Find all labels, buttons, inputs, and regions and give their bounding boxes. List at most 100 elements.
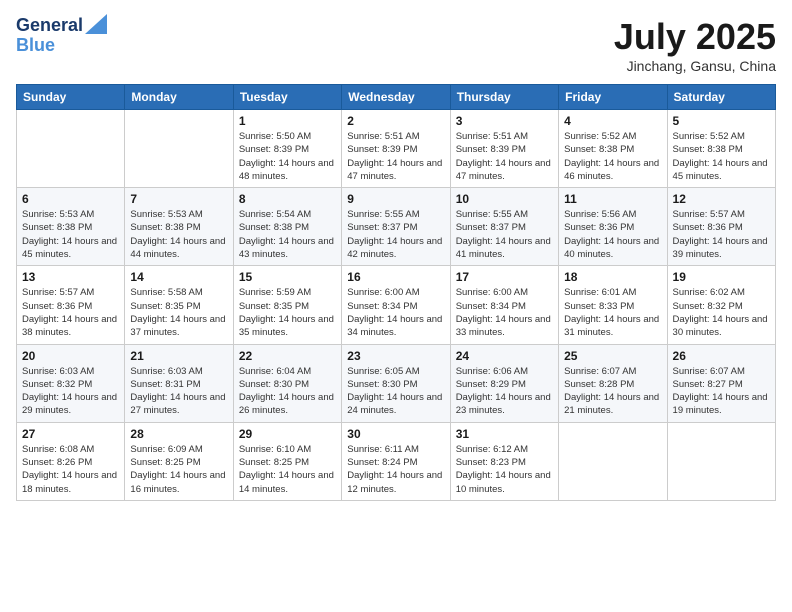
day-number: 8: [239, 192, 336, 206]
calendar-cell: [17, 110, 125, 188]
day-info: Sunrise: 5:51 AM Sunset: 8:39 PM Dayligh…: [456, 130, 553, 183]
calendar-cell: 10 Sunrise: 5:55 AM Sunset: 8:37 PM Dayli…: [450, 188, 558, 266]
day-info: Sunrise: 6:02 AM Sunset: 8:32 PM Dayligh…: [673, 286, 770, 339]
day-info: Sunrise: 6:07 AM Sunset: 8:27 PM Dayligh…: [673, 365, 770, 418]
day-info: Sunrise: 6:09 AM Sunset: 8:25 PM Dayligh…: [130, 443, 227, 496]
day-number: 11: [564, 192, 661, 206]
weekday-header-tuesday: Tuesday: [233, 85, 341, 110]
calendar-cell: 31 Sunrise: 6:12 AM Sunset: 8:23 PM Dayli…: [450, 422, 558, 500]
calendar-cell: 3 Sunrise: 5:51 AM Sunset: 8:39 PM Daylig…: [450, 110, 558, 188]
calendar-cell: 28 Sunrise: 6:09 AM Sunset: 8:25 PM Dayli…: [125, 422, 233, 500]
calendar-cell: 4Sunrise: 5:52 AM Sunset: 8:38 PM Daylig…: [559, 110, 667, 188]
day-number: 21: [130, 349, 227, 363]
day-info: Sunrise: 5:55 AM Sunset: 8:37 PM Dayligh…: [347, 208, 444, 261]
calendar-table: SundayMondayTuesdayWednesdayThursdayFrid…: [16, 84, 776, 501]
day-number: 28: [130, 427, 227, 441]
calendar-cell: 30 Sunrise: 6:11 AM Sunset: 8:24 PM Dayli…: [342, 422, 450, 500]
day-info: Sunrise: 5:58 AM Sunset: 8:35 PM Dayligh…: [130, 286, 227, 339]
day-number: 20: [22, 349, 119, 363]
day-number: 17: [456, 270, 553, 284]
calendar-cell: 12 Sunrise: 5:57 AM Sunset: 8:36 PM Dayli…: [667, 188, 775, 266]
day-info: Sunrise: 5:53 AM Sunset: 8:38 PM Dayligh…: [22, 208, 119, 261]
weekday-header-wednesday: Wednesday: [342, 85, 450, 110]
calendar-cell: 29Sunrise: 6:10 AM Sunset: 8:25 PM Dayli…: [233, 422, 341, 500]
day-info: Sunrise: 6:01 AM Sunset: 8:33 PM Dayligh…: [564, 286, 661, 339]
day-number: 19: [673, 270, 770, 284]
logo: General Blue: [16, 16, 107, 56]
day-info: Sunrise: 6:12 AM Sunset: 8:23 PM Dayligh…: [456, 443, 553, 496]
day-info: Sunrise: 6:03 AM Sunset: 8:31 PM Dayligh…: [130, 365, 227, 418]
day-info: Sunrise: 6:00 AM Sunset: 8:34 PM Dayligh…: [347, 286, 444, 339]
month-title: July 2025: [614, 16, 776, 58]
day-info: Sunrise: 6:06 AM Sunset: 8:29 PM Dayligh…: [456, 365, 553, 418]
day-number: 3: [456, 114, 553, 128]
weekday-header-saturday: Saturday: [667, 85, 775, 110]
logo-icon: [85, 14, 107, 34]
calendar-cell: 13 Sunrise: 5:57 AM Sunset: 8:36 PM Dayli…: [17, 266, 125, 344]
calendar-cell: 16 Sunrise: 6:00 AM Sunset: 8:34 PM Dayli…: [342, 266, 450, 344]
day-info: Sunrise: 6:11 AM Sunset: 8:24 PM Dayligh…: [347, 443, 444, 496]
calendar-cell: 24Sunrise: 6:06 AM Sunset: 8:29 PM Dayli…: [450, 344, 558, 422]
calendar-cell: 6 Sunrise: 5:53 AM Sunset: 8:38 PM Daylig…: [17, 188, 125, 266]
day-number: 25: [564, 349, 661, 363]
calendar-week-5: 27Sunrise: 6:08 AM Sunset: 8:26 PM Dayli…: [17, 422, 776, 500]
calendar-week-1: 1Sunrise: 5:50 AM Sunset: 8:39 PM Daylig…: [17, 110, 776, 188]
day-info: Sunrise: 6:05 AM Sunset: 8:30 PM Dayligh…: [347, 365, 444, 418]
calendar-week-3: 13 Sunrise: 5:57 AM Sunset: 8:36 PM Dayli…: [17, 266, 776, 344]
logo-text-general: General: [16, 16, 83, 36]
calendar-cell: 7Sunrise: 5:53 AM Sunset: 8:38 PM Daylig…: [125, 188, 233, 266]
day-number: 18: [564, 270, 661, 284]
weekday-header-monday: Monday: [125, 85, 233, 110]
day-number: 26: [673, 349, 770, 363]
location: Jinchang, Gansu, China: [614, 58, 776, 74]
day-number: 4: [564, 114, 661, 128]
day-info: Sunrise: 5:52 AM Sunset: 8:38 PM Dayligh…: [673, 130, 770, 183]
calendar-body: 1Sunrise: 5:50 AM Sunset: 8:39 PM Daylig…: [17, 110, 776, 501]
calendar-cell: 11 Sunrise: 5:56 AM Sunset: 8:36 PM Dayli…: [559, 188, 667, 266]
day-number: 30: [347, 427, 444, 441]
day-info: Sunrise: 6:04 AM Sunset: 8:30 PM Dayligh…: [239, 365, 336, 418]
calendar-header-row: SundayMondayTuesdayWednesdayThursdayFrid…: [17, 85, 776, 110]
day-number: 13: [22, 270, 119, 284]
day-number: 15: [239, 270, 336, 284]
calendar-week-2: 6 Sunrise: 5:53 AM Sunset: 8:38 PM Daylig…: [17, 188, 776, 266]
day-info: Sunrise: 6:00 AM Sunset: 8:34 PM Dayligh…: [456, 286, 553, 339]
weekday-header-sunday: Sunday: [17, 85, 125, 110]
day-number: 22: [239, 349, 336, 363]
calendar-cell: 26 Sunrise: 6:07 AM Sunset: 8:27 PM Dayli…: [667, 344, 775, 422]
day-info: Sunrise: 6:07 AM Sunset: 8:28 PM Dayligh…: [564, 365, 661, 418]
weekday-header-thursday: Thursday: [450, 85, 558, 110]
day-info: Sunrise: 6:08 AM Sunset: 8:26 PM Dayligh…: [22, 443, 119, 496]
day-number: 12: [673, 192, 770, 206]
calendar-cell: 20 Sunrise: 6:03 AM Sunset: 8:32 PM Dayli…: [17, 344, 125, 422]
calendar-cell: 27Sunrise: 6:08 AM Sunset: 8:26 PM Dayli…: [17, 422, 125, 500]
day-info: Sunrise: 5:59 AM Sunset: 8:35 PM Dayligh…: [239, 286, 336, 339]
day-number: 6: [22, 192, 119, 206]
day-number: 7: [130, 192, 227, 206]
calendar-cell: 18 Sunrise: 6:01 AM Sunset: 8:33 PM Dayli…: [559, 266, 667, 344]
title-block: July 2025 Jinchang, Gansu, China: [614, 16, 776, 74]
calendar-cell: 8Sunrise: 5:54 AM Sunset: 8:38 PM Daylig…: [233, 188, 341, 266]
day-info: Sunrise: 6:10 AM Sunset: 8:25 PM Dayligh…: [239, 443, 336, 496]
day-info: Sunrise: 5:56 AM Sunset: 8:36 PM Dayligh…: [564, 208, 661, 261]
calendar-cell: 17 Sunrise: 6:00 AM Sunset: 8:34 PM Dayli…: [450, 266, 558, 344]
day-number: 23: [347, 349, 444, 363]
day-number: 31: [456, 427, 553, 441]
calendar-cell: [559, 422, 667, 500]
calendar-cell: 19 Sunrise: 6:02 AM Sunset: 8:32 PM Dayli…: [667, 266, 775, 344]
weekday-header-friday: Friday: [559, 85, 667, 110]
day-number: 9: [347, 192, 444, 206]
page-header: General Blue July 2025 Jinchang, Gansu, …: [16, 16, 776, 74]
day-number: 16: [347, 270, 444, 284]
day-info: Sunrise: 5:50 AM Sunset: 8:39 PM Dayligh…: [239, 130, 336, 183]
day-number: 10: [456, 192, 553, 206]
calendar-cell: 23 Sunrise: 6:05 AM Sunset: 8:30 PM Dayli…: [342, 344, 450, 422]
calendar-cell: 14Sunrise: 5:58 AM Sunset: 8:35 PM Dayli…: [125, 266, 233, 344]
calendar-cell: 22 Sunrise: 6:04 AM Sunset: 8:30 PM Dayli…: [233, 344, 341, 422]
day-info: Sunrise: 6:03 AM Sunset: 8:32 PM Dayligh…: [22, 365, 119, 418]
calendar-cell: 21 Sunrise: 6:03 AM Sunset: 8:31 PM Dayli…: [125, 344, 233, 422]
day-info: Sunrise: 5:57 AM Sunset: 8:36 PM Dayligh…: [22, 286, 119, 339]
day-info: Sunrise: 5:57 AM Sunset: 8:36 PM Dayligh…: [673, 208, 770, 261]
day-number: 5: [673, 114, 770, 128]
day-info: Sunrise: 5:55 AM Sunset: 8:37 PM Dayligh…: [456, 208, 553, 261]
